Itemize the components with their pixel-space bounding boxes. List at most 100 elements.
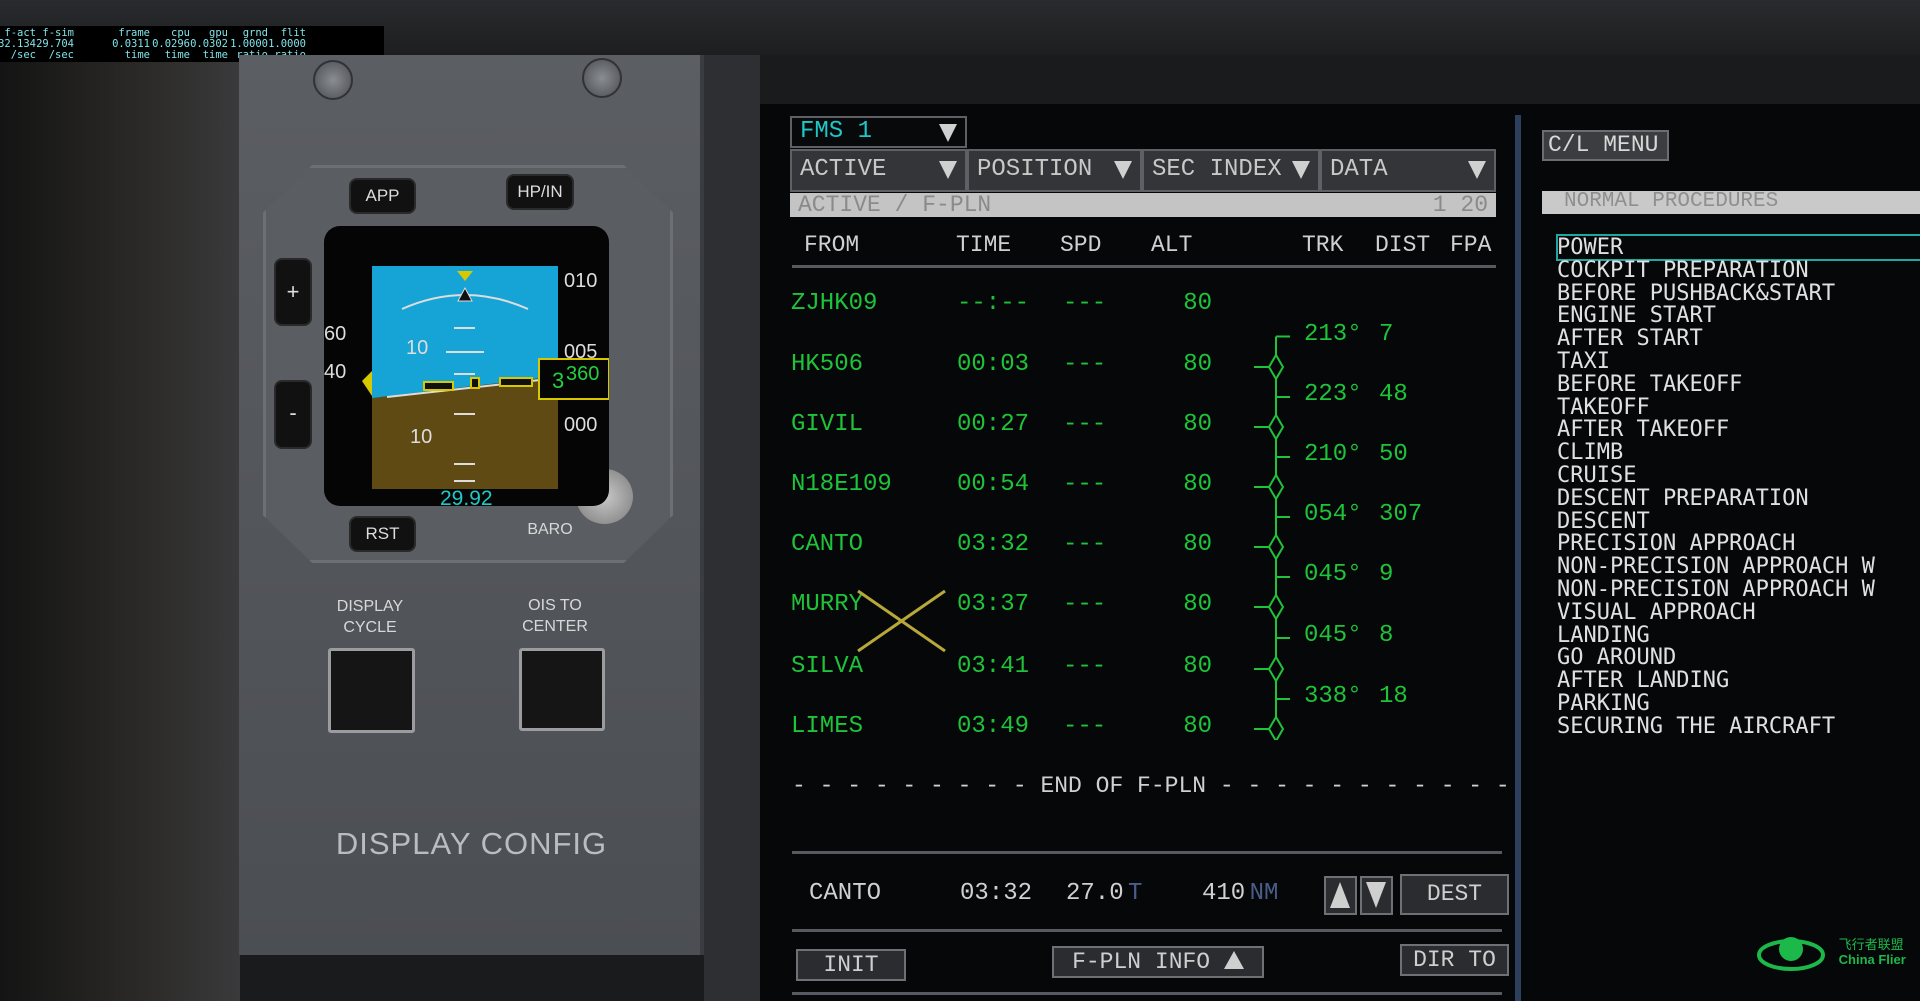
waypoint-name[interactable]: SILVA: [791, 653, 863, 680]
waypoint-name[interactable]: CANTO: [791, 531, 863, 558]
waypoint-speed: ---: [1063, 713, 1107, 740]
stat-f-act: f-act 32.134/sec: [0, 28, 36, 61]
waypoint-name[interactable]: ZJHK09: [791, 290, 877, 317]
waypoint-time: 00:03: [957, 351, 1030, 378]
tab-active[interactable]: ACTIVE: [790, 149, 967, 192]
checklist-item[interactable]: TAXI: [1557, 350, 1875, 374]
dir-to-button[interactable]: DIR TO: [1400, 944, 1509, 976]
waypoint-name[interactable]: HK506: [791, 351, 863, 378]
waypoint-diamond-icon: [1267, 533, 1285, 561]
brightness-minus-button[interactable]: -: [276, 382, 310, 447]
stat-unit: time: [202, 49, 228, 61]
header-trk: TRK: [1302, 232, 1344, 258]
scroll-down-button[interactable]: [1360, 876, 1393, 915]
waypoint-altitude: 80: [1183, 411, 1212, 438]
header-fpa: FPA: [1450, 232, 1492, 258]
display-cycle-label: DISPLAY CYCLE: [336, 598, 404, 636]
waypoint-name[interactable]: MURRY: [791, 591, 863, 618]
leg-distance: 48: [1379, 381, 1408, 408]
standby-attitude-display: 60 40 10 10 010 005 000 3 360 29.92: [324, 226, 609, 506]
header-dist: DIST: [1375, 232, 1431, 258]
leg-distance: 307: [1379, 501, 1423, 528]
waypoint-time: 03:32: [957, 531, 1030, 558]
tab-sec-index[interactable]: SEC INDEX: [1142, 149, 1320, 192]
page-title: ACTIVE / F-PLN: [798, 192, 992, 218]
leg-track: 045°: [1304, 561, 1362, 588]
checklist-item[interactable]: NON-PRECISION APPROACH W: [1557, 555, 1875, 579]
app-button[interactable]: APP: [351, 180, 414, 212]
checklist-item[interactable]: NON-PRECISION APPROACH W: [1557, 578, 1875, 602]
checklist-section-title: NORMAL PROCEDURES: [1542, 191, 1920, 214]
header-spd: SPD: [1060, 232, 1102, 258]
waypoint-altitude: 80: [1183, 471, 1212, 498]
fpln-info-button[interactable]: F-PLN INFO: [1052, 946, 1264, 978]
init-button[interactable]: INIT: [796, 949, 906, 981]
checklist-item[interactable]: CLIMB: [1557, 441, 1875, 465]
waypoint-name[interactable]: LIMES: [791, 713, 863, 740]
divider: [792, 992, 1502, 995]
checklist-item[interactable]: COCKPIT PREPARATION: [1557, 259, 1875, 283]
waypoint-name[interactable]: N18E109: [791, 471, 892, 498]
checklist-item[interactable]: GO AROUND: [1557, 647, 1875, 670]
ois-to-center-label: OIS TO CENTER: [522, 597, 588, 635]
waypoint-speed: ---: [1063, 591, 1107, 618]
panel-title: DISPLAY CONFIG: [335, 826, 608, 861]
waypoint-altitude: 80: [1183, 713, 1212, 740]
checklist-item[interactable]: POWER: [1557, 236, 1875, 260]
waypoint-time: 00:27: [957, 411, 1030, 438]
checklist-item[interactable]: ENGINE START: [1557, 305, 1875, 328]
arrow-up-icon: [1330, 882, 1350, 908]
leg-distance: 9: [1379, 561, 1394, 588]
leg-track: 223°: [1304, 381, 1362, 408]
checklist-item[interactable]: AFTER LANDING: [1557, 669, 1875, 693]
scroll-up-button[interactable]: [1324, 876, 1357, 915]
checklist-item[interactable]: PRECISION APPROACH: [1557, 533, 1875, 556]
tab-label: DATA: [1330, 156, 1388, 183]
dest-button[interactable]: DEST: [1400, 874, 1509, 915]
header-from: FROM: [804, 232, 860, 258]
waypoint-altitude: 80: [1183, 531, 1212, 558]
waypoint-diamond-icon: [1267, 353, 1285, 381]
rst-button[interactable]: RST: [351, 518, 414, 550]
ois-to-center-button[interactable]: [519, 648, 605, 731]
tab-position[interactable]: POSITION: [967, 149, 1142, 192]
leg-track: 338°: [1304, 683, 1362, 710]
altitude-readout: 360: [566, 363, 599, 385]
checklist-item[interactable]: AFTER TAKEOFF: [1557, 419, 1875, 442]
waypoint-name[interactable]: GIVIL: [791, 411, 863, 438]
waypoint-altitude: 80: [1183, 653, 1212, 680]
display-cycle-button[interactable]: [328, 648, 415, 733]
checklist-item[interactable]: BEFORE TAKEOFF: [1557, 373, 1875, 397]
checklist-item[interactable]: TAKEOFF: [1557, 396, 1875, 420]
waypoint-altitude: 80: [1183, 591, 1212, 618]
waypoint-speed: ---: [1063, 653, 1107, 680]
checklist-item[interactable]: LANDING: [1557, 624, 1875, 648]
fms-selector[interactable]: FMS 1: [790, 116, 967, 148]
speed-tick-60: 60: [324, 323, 346, 345]
cl-menu-button[interactable]: C/L MENU: [1542, 130, 1669, 161]
divider: [792, 851, 1502, 854]
waypoint-speed: ---: [1063, 531, 1107, 558]
attitude-indicator: 60 40 10 10 010 005 000 3 360 29.92: [324, 266, 609, 506]
brightness-plus-button[interactable]: +: [276, 260, 310, 324]
checklist-item[interactable]: SECURING THE AIRCRAFT: [1557, 715, 1875, 739]
checklist-item[interactable]: CRUISE: [1557, 464, 1875, 488]
waypoint-speed: ---: [1063, 351, 1107, 378]
pitch-label-down: 10: [410, 426, 432, 448]
fpln-info-label: F-PLN INFO: [1072, 949, 1211, 975]
fms-selector-label: FMS 1: [800, 118, 873, 145]
tab-data[interactable]: DATA: [1320, 149, 1496, 192]
alt-tick-010: 010: [564, 270, 597, 292]
checklist-item[interactable]: DESCENT: [1557, 510, 1875, 534]
waypoint-diamond-icon: [1267, 715, 1285, 740]
hp-in-button[interactable]: HP/IN: [508, 176, 572, 208]
checklist-item[interactable]: DESCENT PREPARATION: [1557, 487, 1875, 511]
checklist-item[interactable]: VISUAL APPROACH: [1557, 601, 1875, 625]
speed-pointer-icon: [362, 371, 372, 396]
leg-distance: 18: [1379, 683, 1408, 710]
checklist-item[interactable]: PARKING: [1557, 692, 1875, 716]
page-number: 1 20: [1432, 192, 1488, 218]
checklist-item[interactable]: AFTER START: [1557, 327, 1875, 351]
checklist-item[interactable]: BEFORE PUSHBACK&START: [1557, 282, 1875, 306]
waypoint-time: 00:54: [957, 471, 1030, 498]
